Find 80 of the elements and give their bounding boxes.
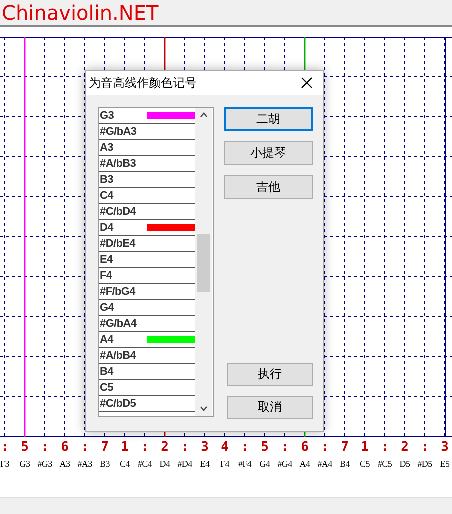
note-name: F3 xyxy=(0,459,10,469)
note-name: #G3 xyxy=(36,459,54,469)
jianpu-digit: 3 xyxy=(200,440,210,455)
note-name: B4 xyxy=(339,459,352,469)
preset-button[interactable]: 吉他 xyxy=(224,175,313,199)
jianpu-digit: 1 xyxy=(120,440,130,455)
pitch-label: #G/bA4 xyxy=(99,318,137,330)
jianpu-digit: : xyxy=(140,440,150,455)
note-name: G3 xyxy=(18,459,32,469)
jianpu-digit: : xyxy=(320,440,330,455)
close-icon[interactable] xyxy=(301,77,313,89)
pitch-label: #F/bG4 xyxy=(99,286,136,298)
execute-button[interactable]: 执行 xyxy=(227,363,313,386)
note-name: #A3 xyxy=(76,459,94,469)
pitch-item[interactable]: G3 xyxy=(99,108,195,124)
note-name: F4 xyxy=(220,459,231,469)
jianpu-digit: 4 xyxy=(220,440,230,455)
pitch-item[interactable]: D4 xyxy=(99,220,195,236)
jianpu-digit: : xyxy=(40,440,50,455)
note-name: #D4 xyxy=(176,459,194,469)
note-name: #G4 xyxy=(276,459,294,469)
note-name: D4 xyxy=(158,459,172,469)
jianpu-digit: : xyxy=(280,440,290,455)
jianpu-digit: 5 xyxy=(20,440,30,455)
jianpu-digit: 7 xyxy=(100,440,110,455)
note-name: E5 xyxy=(439,459,451,469)
pitch-label: G4 xyxy=(99,302,114,314)
jianpu-digit: 5 xyxy=(260,440,270,455)
jianpu-digit: 2 xyxy=(160,440,170,455)
jianpu-digit: : xyxy=(0,440,10,455)
note-name: #D5 xyxy=(416,459,434,469)
pitch-label: #A/bB4 xyxy=(99,350,136,362)
pitch-label: C5 xyxy=(99,382,114,394)
note-name: C4 xyxy=(119,459,132,469)
preset-button[interactable]: 小提琴 xyxy=(224,141,313,165)
jianpu-digit: 2 xyxy=(400,440,410,455)
note-name: G4 xyxy=(258,459,272,469)
note-name: E4 xyxy=(199,459,211,469)
scroll-up-icon[interactable] xyxy=(200,112,208,118)
pitch-label: A4 xyxy=(99,334,114,346)
pitch-label: #G/bA3 xyxy=(99,126,137,138)
pitch-label: D4 xyxy=(99,222,114,234)
pitch-label: #D/bE4 xyxy=(99,238,136,250)
pitch-label: #A/bB3 xyxy=(99,158,136,170)
note-name: #C4 xyxy=(136,459,154,469)
jianpu-digit: 6 xyxy=(300,440,310,455)
pitch-label: #C/bD5 xyxy=(99,398,136,410)
scrollbar-thumb[interactable] xyxy=(197,234,210,292)
note-name: A3 xyxy=(58,459,72,469)
note-name: B3 xyxy=(99,459,111,469)
pitch-label: E4 xyxy=(99,254,113,266)
pitch-item[interactable]: A4 xyxy=(99,332,195,348)
pitch-label: F4 xyxy=(99,270,112,282)
pitch-label: A3 xyxy=(99,142,114,154)
preset-button[interactable]: 二胡 xyxy=(224,107,313,131)
dialog-title: 为音高线作颜色记号 xyxy=(89,74,197,92)
jianpu-digit: 7 xyxy=(340,440,350,455)
pitch-label: #C/bD4 xyxy=(99,206,136,218)
jianpu-digit: : xyxy=(420,440,430,455)
cancel-button[interactable]: 取消 xyxy=(227,396,313,419)
pitch-label: C4 xyxy=(99,190,114,202)
note-name: #F4 xyxy=(237,459,253,469)
note-name: D5 xyxy=(398,459,412,469)
jianpu-digit: : xyxy=(80,440,90,455)
scrollbar[interactable] xyxy=(195,108,212,416)
jianpu-digit: 3 xyxy=(440,440,450,455)
pitch-label: B3 xyxy=(99,174,114,186)
pitch-label: B4 xyxy=(99,366,114,378)
site-logo: Chinaviolin.NET xyxy=(2,2,159,24)
pitch-label: G3 xyxy=(99,110,114,122)
jianpu-digit: : xyxy=(180,440,190,455)
note-name: #A4 xyxy=(316,459,334,469)
jianpu-digit: 1 xyxy=(360,440,370,455)
jianpu-digit: 6 xyxy=(60,440,70,455)
note-name: A4 xyxy=(298,459,312,469)
jianpu-digit: : xyxy=(380,440,390,455)
note-name: #C5 xyxy=(376,459,394,469)
scroll-down-icon[interactable] xyxy=(200,406,208,412)
jianpu-digit: : xyxy=(240,440,250,455)
note-name: C5 xyxy=(359,459,371,469)
